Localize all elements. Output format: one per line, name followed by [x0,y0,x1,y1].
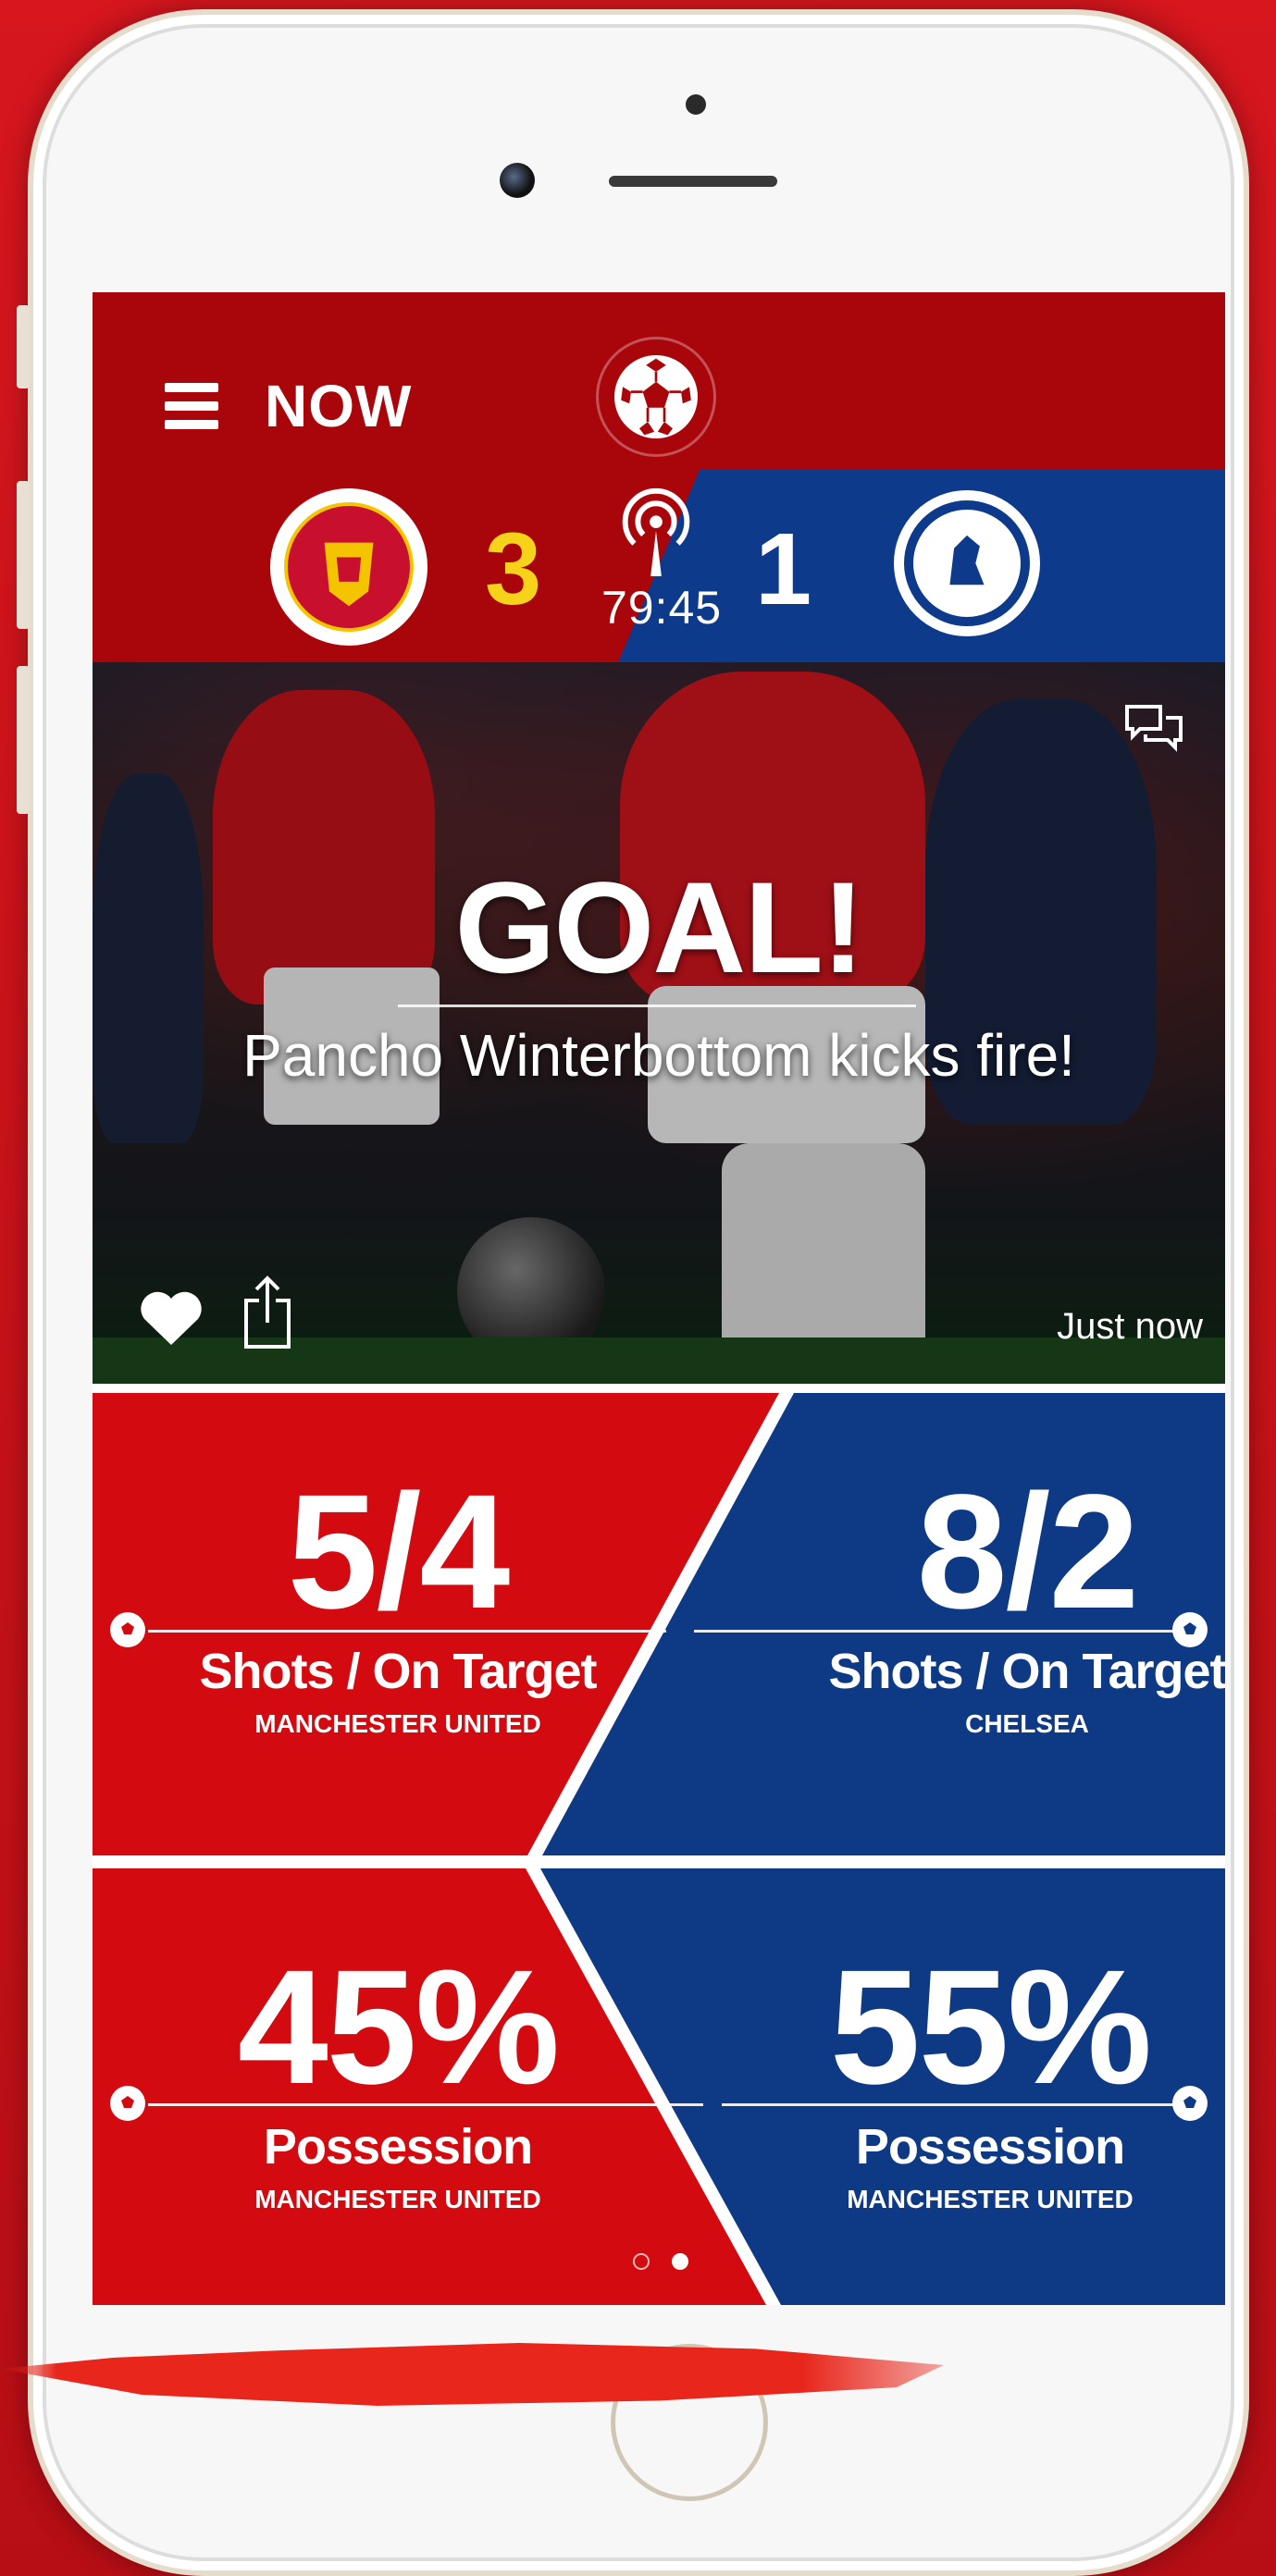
page-dot-active[interactable] [672,2253,688,2270]
stat-team: CHELSEA [965,1709,1089,1738]
stat-team: MANCHESTER UNITED [847,2185,1134,2213]
stat-value: 45% [237,1937,560,2118]
stat-away-possession: 55% Possession MANCHESTER UNITED [740,1946,1225,2214]
manchester-united-crest [270,488,427,646]
score-bar[interactable]: 3 79:45 1 [93,470,1225,662]
stat-label: Possession [855,2119,1125,2175]
soccer-ball-icon [612,352,700,441]
app-screen: NOW 3 79:45 1 GOAL! Pancho Winterbottom … [93,292,1225,2305]
stat-label: Shots / On Target [828,1644,1225,1699]
live-broadcast-icon [611,485,701,577]
chelsea-crest [888,485,1046,642]
stat-value: 55% [829,1937,1152,2118]
hamburger-menu-icon[interactable] [165,383,218,429]
stat-label: Shots / On Target [199,1644,597,1699]
stats-carousel[interactable]: 5/4 Shots / On Target MANCHESTER UNITED … [93,1393,1225,2305]
stat-team: MANCHESTER UNITED [254,2185,541,2213]
event-timestamp: Just now [1057,1306,1203,1347]
page-title: NOW [265,373,413,439]
match-clock: 79:45 [601,582,723,634]
stat-value: 8/2 [916,1461,1140,1643]
heart-icon[interactable] [137,1288,205,1349]
event-subtitle: Pancho Winterbottom kicks fire! [242,1022,1075,1089]
stat-team: MANCHESTER UNITED [254,1709,541,1738]
divider [398,1005,916,1007]
mute-switch [17,305,30,388]
earpiece-speaker [609,176,777,187]
event-title: GOAL! [454,855,864,1000]
page-indicator[interactable] [626,2248,709,2275]
home-score: 3 [485,512,542,626]
volume-up-button [17,481,30,629]
soccer-ball-icon [110,1612,145,1647]
sensor-dot [686,94,706,115]
share-icon[interactable] [241,1273,294,1350]
away-score: 1 [755,512,812,626]
page-dot[interactable] [633,2253,650,2270]
goal-event-card[interactable]: GOAL! Pancho Winterbottom kicks fire! Ju… [93,662,1225,1384]
stat-label: Possession [263,2119,533,2175]
soccer-ball-icon [110,2086,145,2121]
front-camera [500,163,535,198]
top-bar: NOW [93,292,1225,470]
stat-home-possession: 45% Possession MANCHESTER UNITED [148,1946,648,2214]
stat-away-shots: 8/2 Shots / On Target CHELSEA [777,1471,1225,1739]
soccer-ball-button[interactable] [596,337,716,457]
comment-icon[interactable] [1123,703,1184,755]
stat-home-shots: 5/4 Shots / On Target MANCHESTER UNITED [148,1471,648,1739]
stat-value: 5/4 [287,1461,511,1643]
volume-down-button [17,666,30,814]
